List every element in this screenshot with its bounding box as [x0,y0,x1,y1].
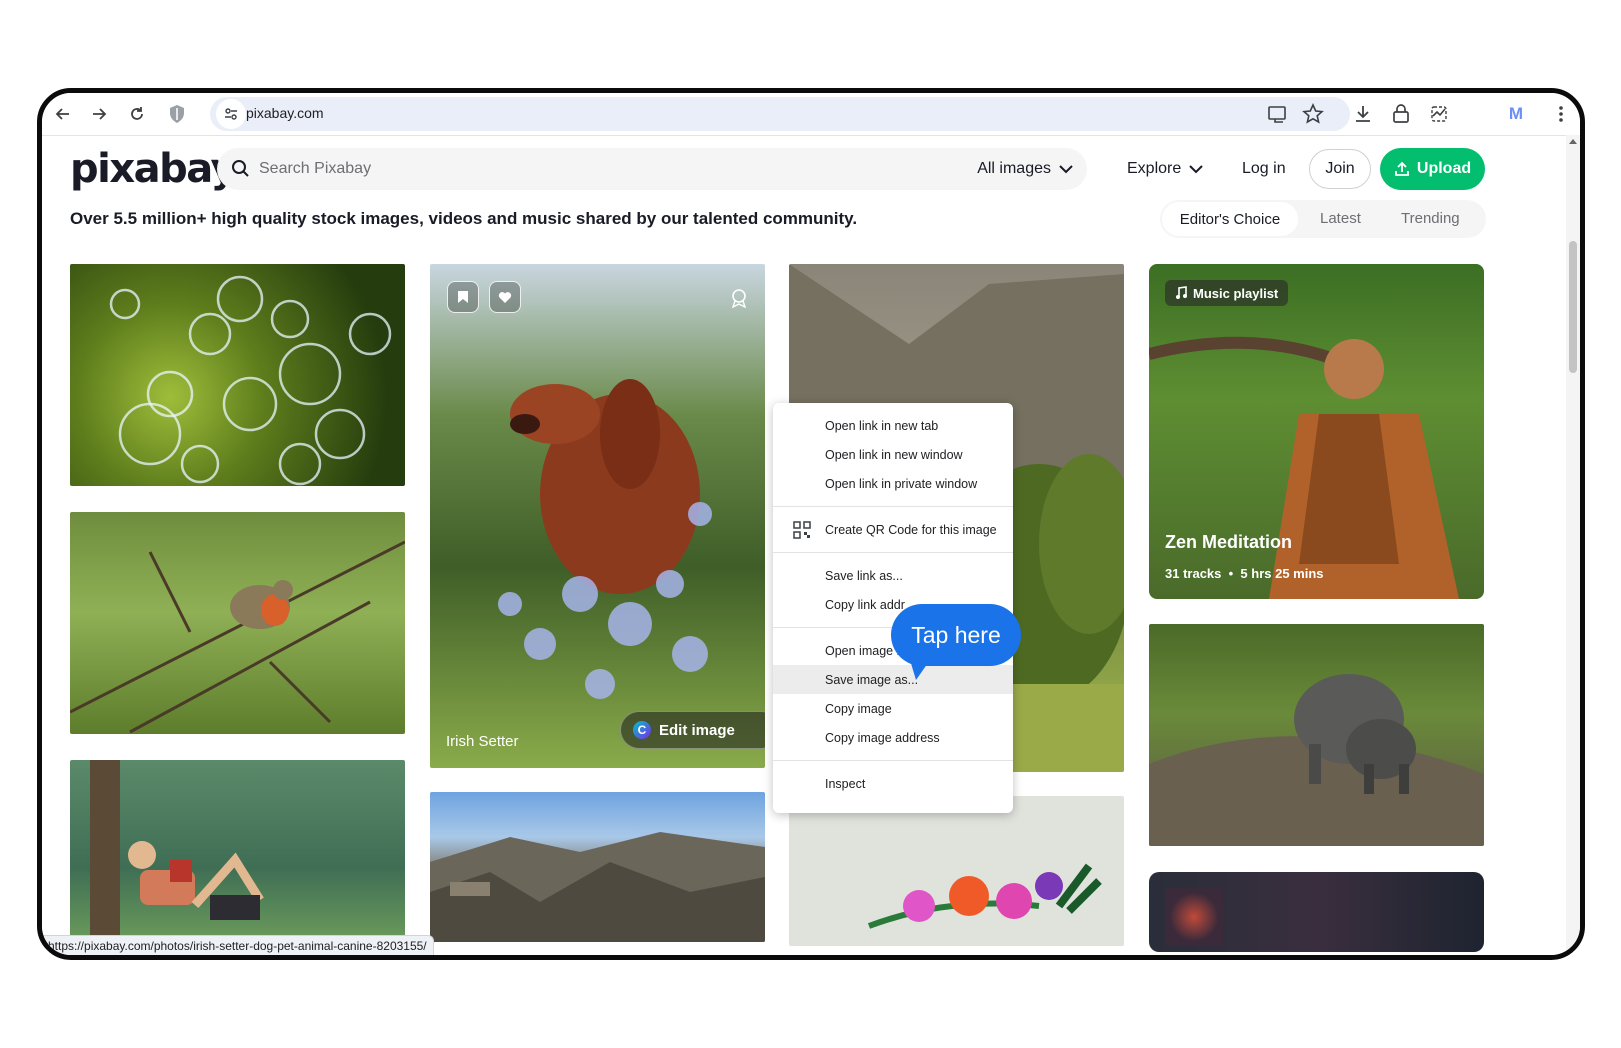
more-menu-icon[interactable] [1546,99,1576,129]
media-type-dropdown[interactable]: All images [977,160,1073,178]
sort-tabs: Editor's Choice Latest Trending [1160,200,1486,238]
shield-icon[interactable] [162,99,192,129]
tab-trending[interactable]: Trending [1401,210,1460,227]
reading-girl-image [90,760,264,940]
forward-icon[interactable] [84,99,114,129]
flowers-image [867,863,1102,929]
bookmark-star-icon[interactable] [1298,99,1328,129]
image-tile-robin[interactable] [70,512,405,734]
scrollbar[interactable] [1566,135,1580,955]
edit-image-label: Edit image [659,721,735,739]
cast-icon[interactable] [1262,99,1292,129]
playlist-title: Zen Meditation [1165,532,1292,552]
explore-menu[interactable]: Explore [1127,160,1203,178]
image-tile-rhinos[interactable] [1149,624,1484,846]
download-icon[interactable] [1348,99,1378,129]
tap-here-callout: Tap here [891,604,1021,666]
bookmark-icon [458,291,468,303]
url-text[interactable]: pixabay.com [246,105,324,121]
menu-divider [773,552,1013,553]
pixabay-logo[interactable]: pixabay [70,146,237,192]
upload-icon [1394,161,1409,176]
image-tile-bubbles[interactable] [70,264,405,486]
image-tile-reading-girl[interactable] [70,760,405,940]
back-icon[interactable] [48,99,78,129]
playlist-tile-partial[interactable] [1149,872,1484,952]
image-tile-canyon[interactable] [430,792,765,942]
scroll-up-arrow-icon[interactable] [1569,139,1577,144]
explore-label: Explore [1127,160,1182,177]
meta-separator-dot: • [1225,566,1241,581]
canyon-image [430,832,765,942]
join-button[interactable]: Join [1309,149,1371,189]
rhinos-image [1149,674,1484,846]
menu-open-link-private-window[interactable]: Open link in private window [773,469,1013,498]
bubbles-image [109,275,392,486]
album-thumbnail [1165,888,1223,946]
profile-avatar[interactable]: M [1504,102,1528,126]
bookmark-button[interactable] [447,281,479,313]
menu-create-qr-label: Create QR Code for this image [825,522,997,537]
menu-divider [773,760,1013,761]
music-note-icon [1176,286,1187,299]
tagline: Over 5.5 million+ high quality stock ima… [70,209,858,228]
menu-save-image-as[interactable]: Save image as... [773,665,1013,694]
edit-image-button[interactable]: C Edit image [620,711,765,749]
heart-icon [498,291,512,303]
image-tile-flowers[interactable] [789,796,1124,946]
track-count: 31 tracks [1165,566,1222,581]
menu-save-link-as[interactable]: Save link as... [773,561,1013,590]
menu-copy-image-address[interactable]: Copy image address [773,723,1013,752]
search-input[interactable]: Search Pixabay [259,160,371,178]
playlist-duration: 5 hrs 25 mins [1240,566,1324,581]
search-bar[interactable]: Search Pixabay All images [217,148,1087,190]
chevron-down-icon [1059,165,1073,174]
link-status-bar: https://pixabay.com/photos/irish-setter-… [42,935,434,955]
address-bar[interactable]: pixabay.com [210,97,1350,131]
search-icon [232,160,249,177]
reload-icon[interactable] [122,99,152,129]
media-type-label: All images [977,160,1051,177]
canva-icon: C [633,721,651,739]
chevron-down-icon [1189,165,1203,174]
irish-setter-image [498,379,712,699]
image-caption: Irish Setter [446,733,519,750]
page-content: pixabay Search Pixabay All images Explor… [42,135,1566,955]
award-icon [731,289,747,308]
image-tile-irish-setter[interactable]: Irish Setter C Edit image [430,264,765,768]
scroll-thumb[interactable] [1569,241,1577,373]
browser-toolbar: pixabay.com M [42,93,1580,135]
qr-code-icon [793,521,811,539]
menu-open-link-new-tab[interactable]: Open link in new tab [773,411,1013,440]
music-playlist-badge: Music playlist [1165,280,1289,306]
login-link[interactable]: Log in [1242,160,1286,178]
robin-image [70,540,405,734]
extensions-icon[interactable] [1424,99,1454,129]
tab-latest[interactable]: Latest [1320,210,1361,227]
upload-button[interactable]: Upload [1380,148,1485,190]
upload-label: Upload [1416,160,1472,177]
menu-open-link-new-window[interactable]: Open link in new window [773,440,1013,469]
device-frame: pixabay.com M pixabay Search Pixabay All [37,88,1585,960]
tab-editors-choice[interactable]: Editor's Choice [1162,202,1298,236]
playlist-tile-zen[interactable]: Music playlist Zen Meditation 31 tracks … [1149,264,1484,599]
menu-inspect[interactable]: Inspect [773,769,1013,798]
menu-divider [773,506,1013,507]
site-settings-icon[interactable] [216,99,246,129]
menu-create-qr-code[interactable]: Create QR Code for this image [773,515,1013,544]
lock-extension-icon[interactable] [1386,99,1416,129]
menu-copy-image[interactable]: Copy image [773,694,1013,723]
like-button[interactable] [489,281,521,313]
music-playlist-label: Music playlist [1193,285,1279,301]
playlist-meta: 31 tracks • 5 hrs 25 mins [1165,566,1324,581]
